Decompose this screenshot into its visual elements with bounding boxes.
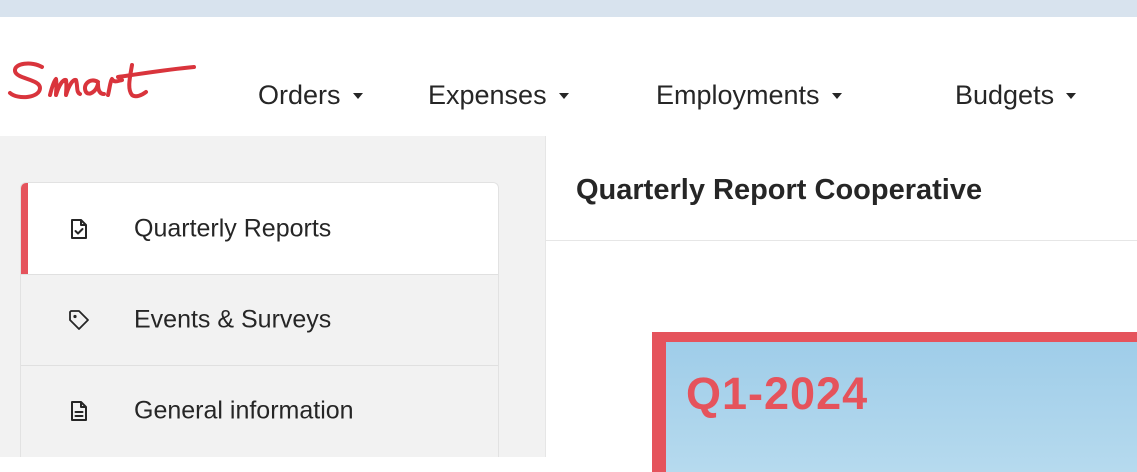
sidebar: Quarterly Reports Events & Surveys Gener… [0, 136, 545, 457]
nav-item-label: Budgets [955, 79, 1055, 110]
report-card-q1-2024[interactable]: Q1-2024 [652, 332, 1137, 472]
sidebar-item-quarterly-reports[interactable]: Quarterly Reports [21, 183, 498, 274]
caret-down-icon [831, 93, 842, 99]
nav-item-expenses[interactable]: Expenses [428, 75, 569, 115]
file-check-icon [68, 218, 90, 240]
top-strip [0, 0, 1137, 17]
nav-item-label: Orders [258, 79, 341, 110]
caret-down-icon [558, 93, 569, 99]
nav-item-label: Expenses [428, 79, 547, 110]
smart-logo[interactable] [6, 57, 196, 114]
sidebar-item-general-information[interactable]: General information [21, 365, 498, 456]
caret-down-icon [1066, 93, 1077, 99]
main-content: Quarterly Report Cooperative Q1-2024 [545, 136, 1137, 472]
sidebar-item-label: General information [134, 396, 354, 425]
sidebar-menu: Quarterly Reports Events & Surveys Gener… [20, 182, 499, 457]
sidebar-item-label: Quarterly Reports [134, 214, 332, 242]
nav-item-budgets[interactable]: Budgets [955, 75, 1077, 115]
nav-item-employments[interactable]: Employments [656, 75, 842, 115]
nav-item-orders[interactable]: Orders [258, 75, 363, 115]
sidebar-item-events-surveys[interactable]: Events & Surveys [21, 274, 498, 365]
smart-logo-mark [8, 61, 196, 100]
page-title: Quarterly Report Cooperative [576, 174, 983, 206]
title-divider [546, 240, 1137, 241]
sidebar-item-label: Events & Surveys [134, 305, 332, 334]
tag-icon [68, 309, 90, 331]
nav-item-label: Employments [656, 79, 820, 110]
report-card-label: Q1-2024 [686, 368, 869, 419]
top-navigation-bar: Orders Expenses Employments Budgets [0, 17, 1137, 136]
caret-down-icon [352, 93, 363, 99]
document-icon [68, 400, 90, 422]
